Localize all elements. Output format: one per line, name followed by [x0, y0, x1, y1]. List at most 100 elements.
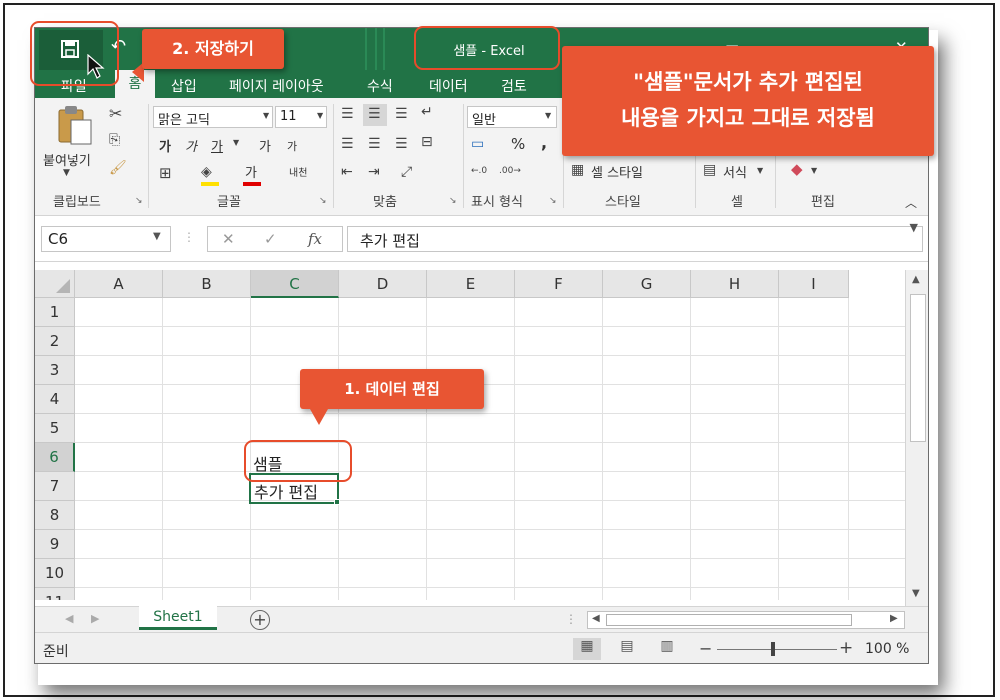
dialog-launcher-icon[interactable]: ↘: [449, 196, 457, 206]
grow-font-button[interactable]: 가: [259, 136, 271, 155]
bold-button[interactable]: 가: [159, 136, 171, 155]
tab-insert[interactable]: 삽입: [171, 76, 197, 96]
merge-center-icon[interactable]: ⊟: [421, 134, 433, 150]
column-header[interactable]: F: [515, 270, 603, 298]
column-header[interactable]: G: [603, 270, 691, 298]
scroll-left-icon[interactable]: ◀: [592, 613, 600, 624]
format-painter-icon[interactable]: 🖌: [109, 160, 127, 176]
italic-button[interactable]: 가: [185, 136, 197, 155]
cut-icon[interactable]: ✂: [109, 104, 122, 123]
page-layout-view-icon[interactable]: ▤: [613, 638, 641, 660]
cancel-icon[interactable]: ✕: [222, 230, 235, 248]
tab-review[interactable]: 검토: [501, 76, 527, 96]
row-header[interactable]: 1: [35, 298, 75, 327]
row-header[interactable]: 5: [35, 414, 75, 443]
align-center-icon[interactable]: ☰: [368, 136, 381, 152]
scroll-up-icon[interactable]: ▲: [912, 274, 920, 285]
row-header[interactable]: 11: [35, 588, 75, 600]
horizontal-scroll-thumb[interactable]: [606, 614, 852, 626]
row-header[interactable]: 10: [35, 559, 75, 588]
zoom-slider[interactable]: [717, 649, 837, 650]
increase-indent-icon[interactable]: ⇥: [368, 164, 380, 180]
align-right-icon[interactable]: ☰: [395, 136, 408, 152]
orientation-icon[interactable]: ⤢: [401, 164, 412, 180]
percent-button[interactable]: %: [511, 135, 525, 153]
paste-label[interactable]: 붙여넣기: [43, 150, 91, 169]
select-all-button[interactable]: [35, 270, 75, 298]
prev-sheet-icon[interactable]: ◀: [65, 612, 73, 625]
align-middle-icon[interactable]: ☰: [368, 106, 381, 122]
chevron-down-icon[interactable]: ▼: [233, 138, 239, 147]
shrink-font-button[interactable]: 가: [287, 138, 297, 154]
font-name-select[interactable]: 맑은 고딕: [153, 106, 273, 128]
chevron-down-icon[interactable]: ▼: [811, 166, 817, 175]
underline-button[interactable]: 가: [211, 136, 223, 155]
chevron-down-icon[interactable]: ▼: [263, 111, 269, 120]
row-header[interactable]: 9: [35, 530, 75, 559]
scroll-right-icon[interactable]: ▶: [890, 613, 898, 624]
tab-split-grip-icon[interactable]: ⋮: [565, 612, 577, 626]
column-header[interactable]: D: [339, 270, 427, 298]
zoom-slider-thumb[interactable]: [771, 642, 775, 656]
column-header[interactable]: C: [251, 270, 339, 298]
formula-input[interactable]: 추가 편집: [347, 226, 923, 252]
row-header[interactable]: 8: [35, 501, 75, 530]
cell-styles-button[interactable]: 셀 스타일: [591, 162, 643, 181]
zoom-in-button[interactable]: +: [839, 638, 853, 658]
align-top-icon[interactable]: ☰: [341, 106, 354, 122]
align-left-icon[interactable]: ☰: [341, 136, 354, 152]
comma-button[interactable]: ,: [541, 133, 547, 152]
next-sheet-icon[interactable]: ▶: [91, 612, 99, 625]
cell-styles-icon[interactable]: ▦: [571, 162, 584, 178]
column-header[interactable]: B: [163, 270, 251, 298]
row-header[interactable]: 3: [35, 356, 75, 385]
increase-decimal-icon[interactable]: ←.0: [471, 166, 487, 176]
wrap-text-icon[interactable]: ↵: [421, 104, 433, 120]
clipboard-paste-icon[interactable]: [57, 104, 93, 146]
tab-data[interactable]: 데이터: [429, 76, 468, 96]
horizontal-scrollbar[interactable]: ◀ ▶: [587, 611, 905, 629]
page-break-view-icon[interactable]: ▥: [653, 638, 681, 660]
row-header[interactable]: 6: [35, 443, 75, 472]
tab-formulas[interactable]: 수식: [367, 76, 393, 96]
paste-dropdown-icon[interactable]: ▼: [63, 168, 70, 178]
font-color-button[interactable]: 가: [245, 162, 257, 181]
row-header[interactable]: 2: [35, 327, 75, 356]
currency-icon[interactable]: ▭: [471, 136, 484, 152]
decrease-indent-icon[interactable]: ⇤: [341, 164, 353, 180]
column-header[interactable]: E: [427, 270, 515, 298]
chevron-down-icon[interactable]: ▼: [317, 111, 323, 120]
collapse-ribbon-icon[interactable]: ︿: [905, 194, 917, 211]
zoom-level[interactable]: 100 %: [865, 641, 909, 657]
worksheet-grid[interactable]: ABCDEFGHI 1234567891011 샘플 추가 편집: [35, 270, 905, 600]
expand-formula-bar-icon[interactable]: ▼: [910, 221, 918, 234]
insert-function-button[interactable]: fx: [308, 230, 322, 248]
column-header[interactable]: H: [691, 270, 779, 298]
borders-icon[interactable]: ⊞: [159, 164, 172, 182]
normal-view-icon[interactable]: ▦: [573, 638, 601, 660]
format-button[interactable]: 서식: [723, 162, 747, 181]
chevron-down-icon[interactable]: ▼: [545, 111, 551, 120]
row-header[interactable]: 7: [35, 472, 75, 501]
enter-icon[interactable]: ✓: [264, 230, 277, 248]
dialog-launcher-icon[interactable]: ↘: [135, 196, 143, 206]
name-box[interactable]: C6: [41, 226, 171, 252]
fill-color-icon[interactable]: ◈: [201, 164, 212, 180]
vertical-scrollbar[interactable]: ▲ ▼: [905, 270, 928, 606]
align-bottom-icon[interactable]: ☰: [395, 106, 408, 122]
number-format-select[interactable]: 일반: [467, 106, 557, 128]
zoom-out-button[interactable]: −: [699, 639, 712, 658]
scroll-down-icon[interactable]: ▼: [912, 588, 920, 599]
format-cells-icon[interactable]: ▤: [703, 162, 716, 178]
column-header[interactable]: I: [779, 270, 849, 298]
eraser-icon[interactable]: ◆: [791, 160, 803, 178]
vertical-scroll-thumb[interactable]: [910, 294, 926, 442]
chevron-down-icon[interactable]: ▼: [757, 166, 763, 175]
tab-page-layout[interactable]: 페이지 레이아웃: [229, 76, 324, 96]
sheet-tab-sheet1[interactable]: Sheet1: [139, 606, 217, 630]
decrease-decimal-icon[interactable]: .00→: [499, 166, 521, 176]
column-header[interactable]: A: [75, 270, 163, 298]
row-header[interactable]: 4: [35, 385, 75, 414]
chevron-down-icon[interactable]: ▼: [153, 231, 161, 242]
dialog-launcher-icon[interactable]: ↘: [319, 196, 327, 206]
